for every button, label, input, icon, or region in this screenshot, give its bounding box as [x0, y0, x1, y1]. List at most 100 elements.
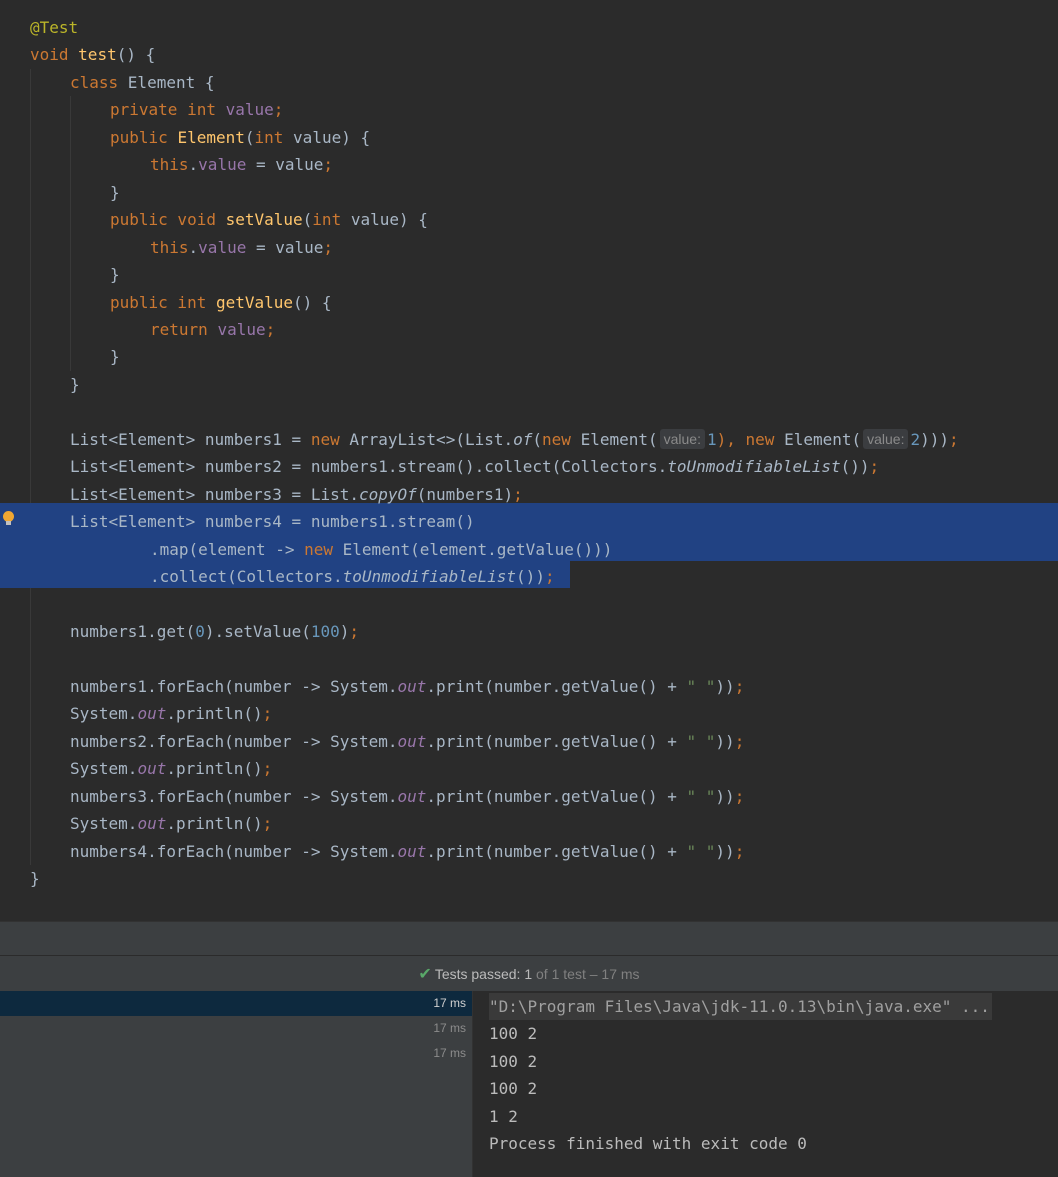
code-token: 1	[706, 429, 717, 449]
test-tree-row-method[interactable]: 17 ms	[0, 1041, 472, 1066]
code-line[interactable]: List<Element> numbers2 = numbers1.stream…	[70, 453, 879, 480]
code-line[interactable]: void test() {	[30, 41, 155, 68]
code-line[interactable]: public void setValue(int value) {	[110, 206, 428, 233]
code-token: ))	[715, 841, 735, 861]
code-token: }	[110, 182, 120, 202]
code-token: .	[188, 237, 199, 257]
code-token: System.	[70, 759, 138, 779]
code-token: List<Element> numbers1 =	[70, 429, 311, 449]
code-line[interactable]: numbers2.forEach(number -> System.out.pr…	[70, 728, 744, 755]
code-line[interactable]: }	[70, 371, 80, 398]
code-token: " "	[686, 841, 716, 861]
code-token: System.	[70, 704, 138, 724]
code-token: value	[198, 237, 247, 257]
code-line[interactable]: .collect(Collectors.toUnmodifiableList()…	[150, 563, 555, 590]
code-token: int	[254, 127, 294, 147]
code-line[interactable]: numbers3.forEach(number -> System.out.pr…	[70, 783, 744, 810]
code-line[interactable]: }	[110, 343, 120, 370]
code-token: ),	[716, 429, 746, 449]
code-line[interactable]: numbers4.forEach(number -> System.out.pr…	[70, 838, 744, 865]
console-output-line: 100 2	[489, 1024, 538, 1043]
code-token: out	[137, 814, 167, 834]
code-token: setValue	[225, 210, 303, 230]
code-token: @Test	[30, 18, 79, 37]
run-console[interactable]: "D:\Program Files\Java\jdk-11.0.13\bin\j…	[473, 991, 1058, 1177]
code-token: class	[70, 72, 128, 92]
test-results-tree[interactable]: 17 ms 17 ms 17 ms	[0, 991, 473, 1177]
code-line[interactable]: this.value = value;	[150, 234, 333, 261]
code-token: ;	[734, 841, 745, 861]
code-line[interactable]: }	[110, 261, 120, 288]
code-token: ).setValue(	[204, 621, 311, 641]
code-token: ;	[513, 484, 523, 504]
code-line[interactable]: System.out.println();	[70, 755, 272, 782]
code-token: .print(number.getValue() +	[426, 786, 687, 806]
code-line[interactable]: numbers1.get(0).setValue(100);	[70, 618, 359, 645]
code-line[interactable]: private int value;	[110, 96, 283, 123]
code-token: ;	[323, 155, 334, 175]
test-tree-row-root[interactable]: 17 ms	[0, 991, 472, 1016]
code-line[interactable]: numbers1.forEach(number -> System.out.pr…	[70, 673, 744, 700]
code-line[interactable]: System.out.println();	[70, 700, 272, 727]
code-token: = value	[246, 155, 324, 175]
code-line[interactable]: public Element(int value) {	[110, 124, 370, 151]
code-token: ;	[869, 457, 880, 477]
code-token: value) {	[350, 210, 428, 230]
code-token: getValue	[215, 292, 294, 312]
code-token: toUnmodifiableList	[667, 457, 841, 477]
code-token: out	[137, 704, 167, 724]
code-token: numbers1.forEach(number -> System.	[70, 676, 398, 696]
test-tree-row-class[interactable]: 17 ms	[0, 1016, 472, 1041]
code-token: of	[513, 429, 533, 449]
code-line[interactable]: System.out.println();	[70, 810, 272, 837]
code-line[interactable]: }	[30, 865, 40, 892]
code-token: value	[217, 319, 266, 339]
code-token: new	[542, 429, 581, 449]
code-token: int	[312, 210, 351, 230]
code-token: value	[225, 100, 274, 120]
code-token: )	[339, 621, 350, 641]
code-token: value	[198, 155, 247, 175]
code-token: }	[110, 265, 120, 285]
code-token: (	[302, 210, 313, 230]
code-token: ;	[349, 621, 360, 641]
code-line[interactable]: List<Element> numbers1 = new ArrayList<>…	[70, 426, 959, 453]
code-line[interactable]: List<Element> numbers4 = numbers1.stream…	[70, 508, 475, 535]
code-token: " "	[686, 731, 716, 751]
code-token: numbers2.forEach(number -> System.	[70, 731, 398, 751]
code-token: () {	[116, 45, 156, 65]
code-token: out	[397, 731, 427, 751]
code-line[interactable]: this.value = value;	[150, 151, 333, 178]
code-token: .println()	[166, 704, 263, 724]
code-token: value) {	[293, 127, 371, 147]
code-token: ;	[262, 814, 273, 834]
code-token: List<Element> numbers2 = numbers1.stream…	[70, 457, 668, 477]
test-word: test	[563, 966, 586, 982]
code-token: 100	[310, 621, 340, 641]
code-token: () {	[293, 292, 332, 312]
code-line[interactable]: class Element {	[70, 69, 215, 96]
code-token: " "	[686, 786, 716, 806]
code-token: Element(element.getValue()))	[342, 539, 613, 559]
code-token: ;	[262, 759, 273, 779]
code-token: .print(number.getValue() +	[426, 676, 687, 696]
code-line[interactable]: return value;	[150, 316, 275, 343]
code-token: Element(	[784, 429, 862, 449]
code-token: .map(element ->	[150, 539, 305, 559]
code-token: 2	[910, 429, 921, 449]
code-token: out	[397, 676, 427, 696]
intention-bulb-icon[interactable]	[2, 511, 14, 525]
run-toolbar	[0, 921, 1058, 956]
code-token: = value	[246, 237, 324, 257]
duration: – 17 ms	[589, 966, 640, 982]
code-line[interactable]: public int getValue() {	[110, 289, 332, 316]
code-token: )))	[920, 429, 950, 449]
code-line[interactable]: }	[110, 179, 120, 206]
code-line[interactable]: .map(element -> new Element(element.getV…	[150, 536, 612, 563]
code-line[interactable]: @Test	[30, 14, 78, 41]
code-line[interactable]: List<Element> numbers3 = List.copyOf(num…	[70, 481, 523, 508]
code-token: .collect(Collectors.	[150, 567, 343, 586]
code-editor[interactable]: @Test void test() {class Element {private…	[0, 0, 1058, 921]
code-token: numbers3.forEach(number -> System.	[70, 786, 398, 806]
total-count: 1	[551, 966, 560, 982]
